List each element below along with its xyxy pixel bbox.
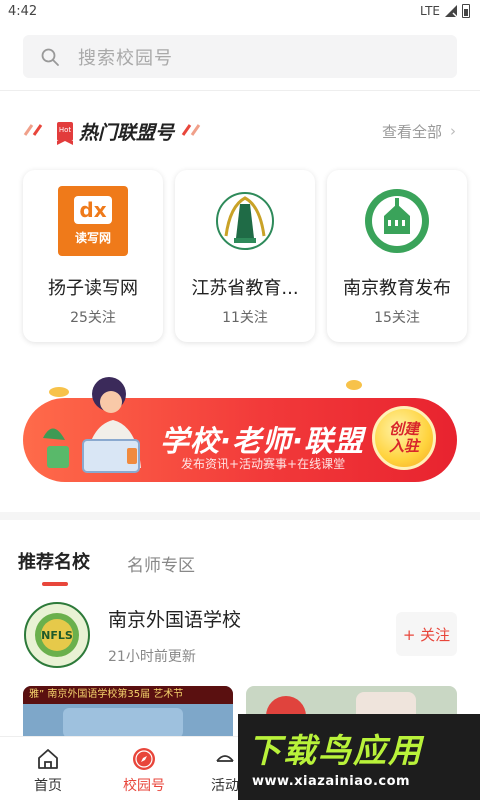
banner-subtitle: 发布资讯+活动赛事+在线课堂 — [181, 457, 346, 471]
banner-title: 学校·老师·联盟 — [160, 424, 365, 458]
card-followers: 15关注 — [374, 310, 420, 326]
status-indicators: LTE — [420, 4, 470, 18]
decor-slash-icon — [181, 124, 201, 136]
search-placeholder: 搜索校园号 — [78, 47, 173, 69]
badge-line-2: 入驻 — [388, 437, 419, 455]
hot-badge: Hot — [57, 122, 73, 145]
nanjing-education-logo — [362, 186, 432, 256]
yangzi-logo-text: 读写网 — [74, 231, 111, 245]
alliance-card[interactable]: dx 读写网 扬子读写网 25关注 — [23, 170, 163, 342]
card-followers: 25关注 — [70, 310, 116, 326]
watermark-title: 下载鸟应用 — [248, 731, 423, 770]
watermark-overlay: 下载鸟应用 www.xiazainiao.com — [238, 714, 480, 800]
card-name: 扬子读写网 — [48, 278, 138, 299]
tab-underline — [42, 582, 68, 586]
home-icon — [38, 749, 58, 769]
decor-slash-icon — [23, 124, 43, 136]
create-banner[interactable]: 学校·老师·联盟 发布资讯+活动赛事+在线课堂 创建 入驻 — [23, 368, 457, 486]
nav-label: 首页 — [34, 778, 62, 794]
coin-icon — [346, 380, 362, 390]
nav-campus[interactable]: 校园号 — [104, 737, 184, 800]
status-time: 4:42 — [8, 4, 38, 19]
view-all-link[interactable]: 查看全部 — [382, 121, 442, 142]
thumbnail-image[interactable]: 雅” 南京外国语学校第35届 艺术节 — [23, 686, 233, 736]
section-divider — [0, 512, 480, 520]
signal-icon — [445, 5, 458, 18]
calligraphy-banner — [63, 708, 183, 736]
teacher-illustration-icon — [43, 377, 141, 473]
card-name: 江苏省教育... — [191, 278, 299, 299]
nfls-logo-text: NFLS — [41, 629, 73, 642]
battery-icon — [462, 4, 470, 18]
alliance-card[interactable]: 江苏省教育... 11关注 — [175, 170, 315, 342]
thumbnail-caption: 雅” 南京外国语学校第35届 艺术节 — [23, 686, 233, 704]
card-name: 南京教育发布 — [343, 278, 451, 299]
yangzi-logo: dx 读写网 — [58, 186, 128, 256]
create-join-button[interactable]: 创建 入驻 — [372, 406, 436, 470]
school-name[interactable]: 南京外国语学校 — [108, 605, 241, 632]
divider — [0, 90, 480, 91]
alliance-card[interactable]: 南京教育发布 15关注 — [327, 170, 467, 342]
section-title: 热门联盟号 — [79, 122, 175, 144]
card-followers: 11关注 — [222, 310, 268, 326]
follow-button[interactable]: + 关注 — [396, 612, 457, 656]
tab-recommended-schools[interactable]: 推荐名校 — [18, 548, 90, 574]
badge-line-1: 创建 — [388, 420, 419, 438]
school-update-time: 21小时前更新 — [108, 649, 196, 665]
search-icon — [41, 48, 59, 66]
alliance-header: Hot 热门联盟号 查看全部 › — [0, 116, 480, 148]
alliance-cards: dx 读写网 扬子读写网 25关注 江苏省教育... 11关注 南京教育发布 1… — [0, 170, 480, 342]
search-input[interactable]: 搜索校园号 — [23, 35, 457, 78]
nav-home[interactable]: 首页 — [8, 737, 88, 800]
svg-text:dx: dx — [79, 198, 106, 222]
tab-famous-teachers[interactable]: 名师专区 — [127, 551, 195, 576]
nav-label: 校园号 — [123, 778, 165, 794]
jiangsu-education-logo — [210, 186, 280, 256]
compass-icon — [133, 748, 155, 770]
network-label: LTE — [420, 4, 440, 18]
status-bar: 4:42 LTE — [0, 0, 480, 24]
activity-icon — [216, 755, 234, 762]
nfls-logo[interactable]: NFLS — [24, 602, 90, 668]
chevron-right-icon[interactable]: › — [450, 122, 456, 140]
watermark-url: www.xiazainiao.com — [252, 774, 411, 789]
